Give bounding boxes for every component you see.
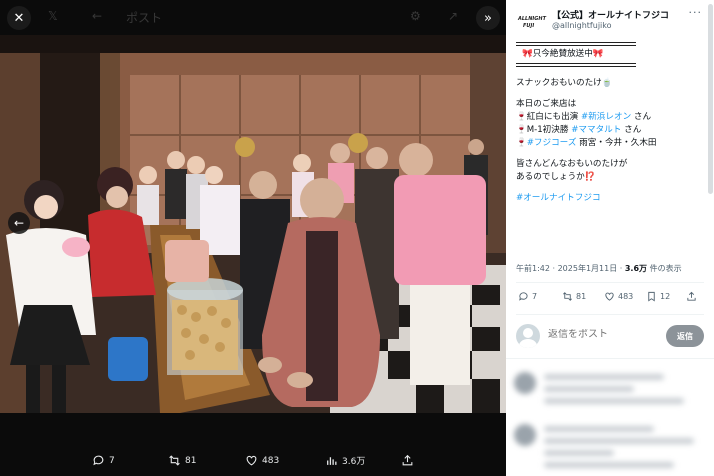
heart-icon (605, 292, 614, 301)
reply-input[interactable] (548, 329, 658, 340)
hashtag-link[interactable]: #オールナイトフジコ (516, 192, 706, 205)
repost-action[interactable]: 81 (168, 454, 196, 467)
reply-count: 7 (532, 292, 538, 301)
x-logo-icon: 𝕏 (48, 9, 58, 23)
post-line: スナックおもいのたけ🍵 (516, 78, 613, 88)
share-stat[interactable] (686, 291, 697, 302)
repost-stat[interactable]: 81 (562, 291, 586, 302)
back-arrow-icon: ← (92, 9, 103, 23)
views-count: 3.6万 (342, 457, 366, 467)
post-author-header: ALLNIGHT FUJI 【公式】オールナイトフジコ @allnightfuj… (516, 6, 706, 36)
like-count: 483 (618, 292, 634, 301)
hashtag-link[interactable]: #ママタルト (571, 125, 621, 135)
post-detail-panel: ALLNIGHT FUJI 【公式】オールナイトフジコ @allnightfuj… (506, 0, 714, 476)
svg-text:ALLNIGHT: ALLNIGHT (517, 16, 547, 22)
close-icon: ✕ (13, 10, 25, 26)
close-button[interactable]: ✕ (7, 6, 31, 30)
viewer-topbar: ✕ 𝕏 ← ポスト ⚙ ↗ » (0, 0, 506, 34)
bookmark-icon (648, 291, 655, 302)
media-viewer: ✕ 𝕏 ← ポスト ⚙ ↗ » ← 7 81 483 3.6万 (0, 0, 506, 476)
repost-icon (563, 292, 572, 301)
account-name[interactable]: 【公式】オールナイトフジコ (552, 8, 669, 21)
reply-count: 7 (109, 455, 115, 466)
divider (516, 45, 636, 46)
divider (516, 66, 636, 67)
post-line: 🍷紅白にも出演 #新浜レオン さん (516, 112, 652, 122)
divider (516, 42, 636, 43)
repost-count: 81 (576, 292, 587, 301)
more-options-icon[interactable]: ··· (689, 6, 703, 19)
reply-action[interactable]: 7 (92, 454, 115, 467)
post-line: 🍷M-1初決勝 #ママタルト さん (516, 125, 642, 135)
bar-chart-icon (327, 457, 337, 465)
hashtag-link[interactable]: #フジコーズ (527, 138, 577, 148)
view-count: 3.6万 (624, 264, 648, 273)
post-photo[interactable]: ← (0, 35, 506, 413)
account-logo[interactable]: ALLNIGHT FUJI (516, 10, 548, 32)
repost-count: 81 (185, 455, 197, 466)
post-banner: 🎀只今絶賛放送中🎀 (522, 49, 604, 59)
post-timestamp[interactable]: 午前1:42 · 2025年1月11日 · (516, 264, 625, 273)
chevrons-right-icon: » (484, 10, 492, 26)
settings-icon: ⚙ (410, 9, 421, 23)
post-meta: 午前1:42 · 2025年1月11日 · 3.6万 件の表示 (516, 263, 682, 274)
repost-icon (169, 455, 180, 466)
share-icon (402, 454, 413, 466)
previous-image-button[interactable]: ← (8, 212, 30, 234)
reply-icon (519, 292, 528, 301)
post-text: 🎀只今絶賛放送中🎀 スナックおもいのたけ🍵 本日のご来店は 🍷紅白にも出演 #新… (516, 42, 706, 205)
post-line: 皆さんどんなおもいのたけが (516, 159, 628, 169)
share-action[interactable] (401, 454, 414, 467)
account-handle[interactable]: @allnightfujiko (552, 21, 612, 30)
post-line: 🍷#フジコーズ 雨宮・今井・久木田 (516, 138, 657, 148)
scrollbar[interactable] (708, 4, 713, 194)
like-action[interactable]: 483 (245, 454, 279, 467)
reply-icon (93, 455, 104, 466)
viewer-action-bar: 7 81 483 3.6万 (0, 446, 506, 476)
hashtag-link[interactable]: #新浜レオン (581, 112, 631, 122)
views-action[interactable]: 3.6万 (325, 454, 365, 467)
blurred-replies (506, 362, 714, 476)
share-icon (687, 291, 696, 301)
post-stats: 7 81 483 12 (516, 289, 706, 309)
divider (516, 63, 636, 64)
bookmark-count: 12 (660, 292, 671, 301)
post-line: あるのでしょうか⁉️ (516, 172, 596, 182)
reply-composer: 返信 (516, 322, 706, 352)
divider (506, 358, 714, 359)
svg-text:FUJI: FUJI (523, 23, 534, 29)
heart-icon (246, 455, 257, 466)
arrow-left-icon: ← (13, 216, 25, 230)
view-label: 件の表示 (647, 264, 682, 273)
reply-stat[interactable]: 7 (518, 291, 537, 302)
share-icon: ↗ (448, 9, 459, 23)
divider (516, 282, 704, 283)
avatar[interactable] (516, 324, 540, 348)
faint-header: ポスト (126, 11, 163, 25)
expand-button[interactable]: » (476, 6, 500, 30)
divider (516, 314, 704, 315)
like-stat[interactable]: 483 (604, 291, 633, 302)
post-line: 本日のご来店は (516, 99, 577, 109)
bookmark-stat[interactable]: 12 (646, 291, 670, 302)
reply-button[interactable]: 返信 (666, 325, 704, 347)
like-count: 483 (262, 455, 280, 466)
